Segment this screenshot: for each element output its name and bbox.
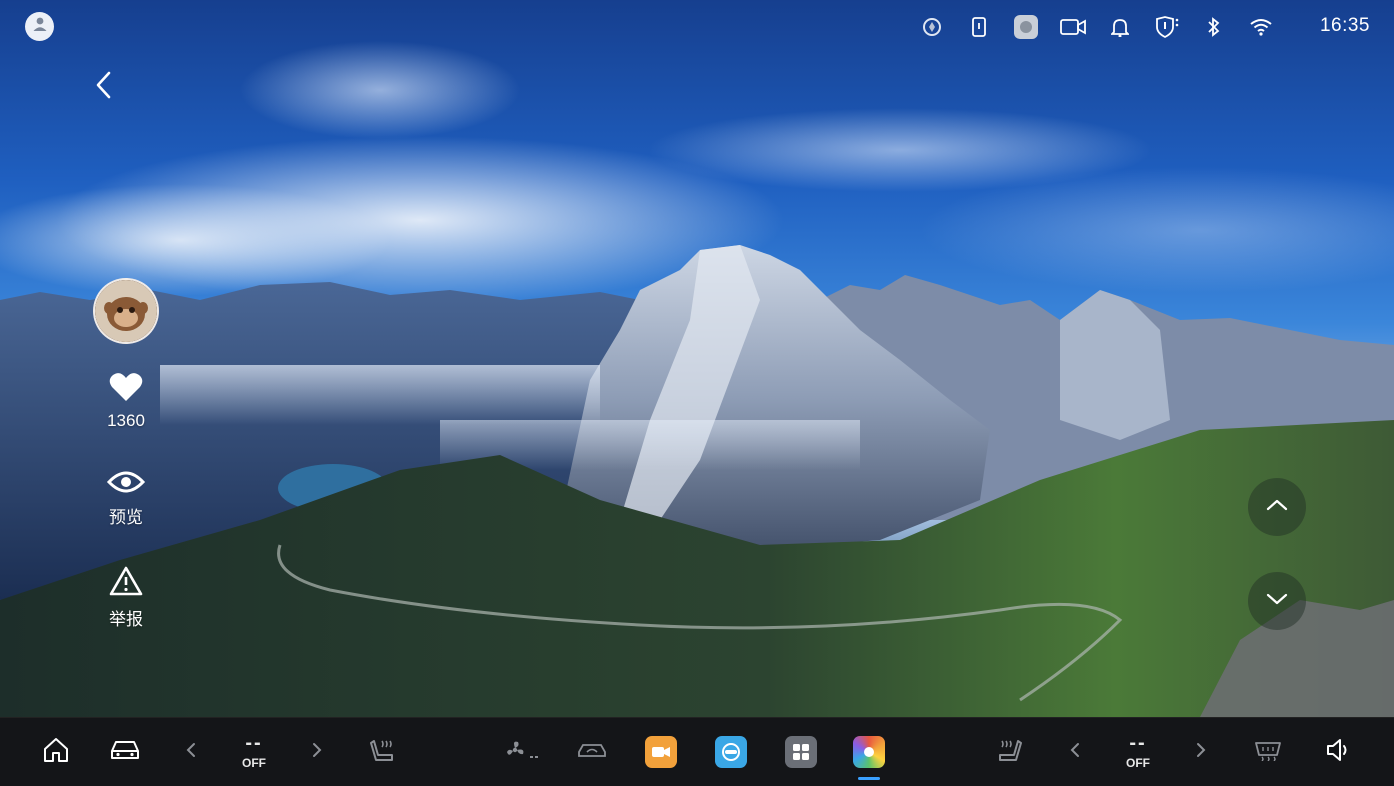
left-temp-decrease-button[interactable] <box>180 718 202 786</box>
left-temp-status: OFF <box>242 756 266 770</box>
right-temp-status: OFF <box>1126 756 1150 770</box>
dashcam-icon[interactable] <box>1049 14 1096 40</box>
video-app-icon <box>645 736 677 768</box>
report-label: 举报 <box>109 610 143 629</box>
wallpaper-background <box>0 0 1394 717</box>
fan-button[interactable] <box>500 718 544 786</box>
preview-button[interactable]: 预览 <box>88 470 164 528</box>
seat-heat-icon <box>368 737 396 768</box>
bottom-dock: -- OFF -- OFF <box>0 717 1394 786</box>
eye-icon <box>106 471 146 498</box>
location-pin-icon[interactable] <box>908 14 955 40</box>
wifi-icon[interactable] <box>1237 14 1284 40</box>
bluetooth-icon[interactable] <box>1190 14 1237 40</box>
active-app-indicator <box>858 777 880 780</box>
video-app-button[interactable] <box>644 718 678 786</box>
chevron-left-icon <box>1070 742 1080 763</box>
rear-defrost-button[interactable] <box>1248 718 1288 786</box>
chevron-right-icon <box>312 742 322 763</box>
home-icon <box>42 737 70 768</box>
car-button[interactable] <box>104 718 146 786</box>
right-temperature: -- OFF <box>1110 718 1166 786</box>
media-app-icon[interactable] <box>1002 14 1049 40</box>
shield-icon[interactable] <box>1143 14 1190 40</box>
scroll-down-button[interactable] <box>1248 572 1306 630</box>
phone-icon[interactable] <box>955 14 1002 40</box>
bell-icon[interactable] <box>1096 14 1143 40</box>
wallpaper-app-button[interactable] <box>852 718 886 786</box>
chevron-up-icon <box>1265 498 1289 517</box>
scroll-up-button[interactable] <box>1248 478 1306 536</box>
right-temp-value: -- <box>1129 732 1147 754</box>
left-temperature: -- OFF <box>226 718 282 786</box>
car-icon <box>109 739 141 766</box>
left-temp-increase-button[interactable] <box>306 718 328 786</box>
passenger-seat-heat-button[interactable] <box>992 718 1028 786</box>
user-icon <box>32 16 48 37</box>
monkey-avatar-icon <box>95 280 157 342</box>
warning-icon <box>109 566 143 600</box>
app-grid-icon <box>785 736 817 768</box>
fan-icon <box>504 739 540 766</box>
chevron-right-icon <box>1196 742 1206 763</box>
status-icons <box>908 14 1284 40</box>
report-button[interactable]: 举报 <box>88 566 164 630</box>
back-button[interactable] <box>88 70 118 104</box>
status-bar: 16:35 <box>0 0 1394 54</box>
chevron-down-icon <box>1265 592 1289 611</box>
right-temp-decrease-button[interactable] <box>1064 718 1086 786</box>
right-temp-increase-button[interactable] <box>1190 718 1212 786</box>
navigation-app-button[interactable] <box>714 718 748 786</box>
heart-icon <box>109 373 143 406</box>
seat-heat-icon <box>996 737 1024 768</box>
home-button[interactable] <box>36 718 76 786</box>
recirculation-icon <box>577 741 607 764</box>
left-temp-value: -- <box>245 732 263 754</box>
air-recirculation-button[interactable] <box>572 718 612 786</box>
clock: 16:35 <box>1319 15 1370 36</box>
navigation-app-icon <box>715 736 747 768</box>
volume-button[interactable] <box>1318 718 1358 786</box>
speaker-icon <box>1325 738 1351 767</box>
creator-avatar[interactable] <box>93 278 159 344</box>
like-button[interactable]: 1360 <box>88 372 164 431</box>
chevron-left-icon <box>94 70 112 105</box>
like-count: 1360 <box>107 411 145 430</box>
chevron-left-icon <box>186 742 196 763</box>
preview-label: 预览 <box>109 508 143 527</box>
user-profile-button[interactable] <box>25 12 54 41</box>
mountain-landscape <box>0 245 1394 717</box>
wallpaper-app-icon <box>853 736 885 768</box>
driver-seat-heat-button[interactable] <box>364 718 400 786</box>
defrost-icon <box>1253 739 1283 766</box>
app-grid-button[interactable] <box>784 718 818 786</box>
